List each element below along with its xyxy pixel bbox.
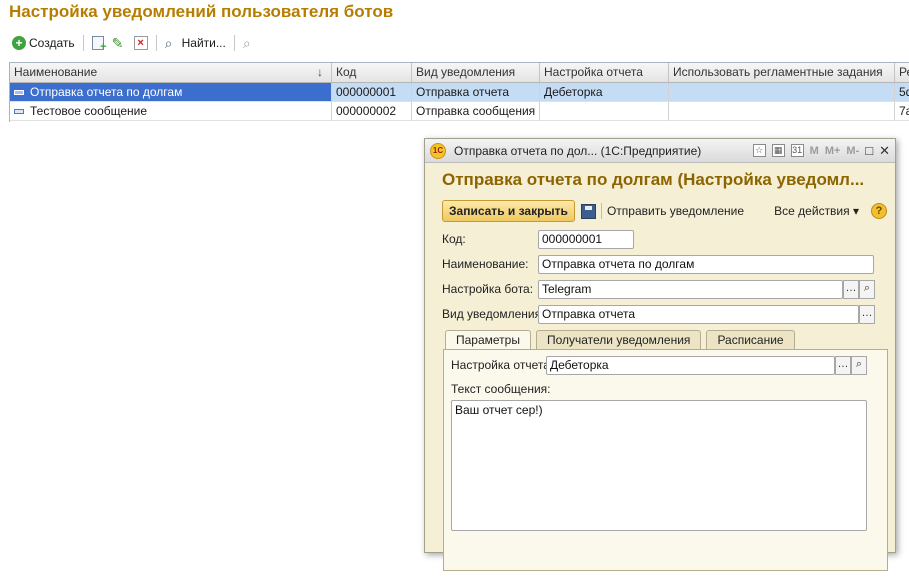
report-open-icon[interactable]: ⌕ <box>851 356 867 375</box>
toolbar-separator <box>155 35 157 51</box>
create-label: Создать <box>29 36 75 50</box>
item-icon <box>14 109 24 115</box>
find-label: Найти... <box>181 36 226 50</box>
edit-button[interactable]: ✎ <box>109 33 129 53</box>
name-field[interactable]: Отправка отчета по долгам <box>538 255 874 274</box>
table-header: Наименование ↓ Код Вид уведомления Настро… <box>10 63 909 83</box>
cell-type: Отправка сообщения <box>412 102 540 121</box>
plus-icon: + <box>12 36 26 50</box>
all-actions-menu[interactable]: Все действия ▾ <box>774 204 859 218</box>
memory-button[interactable]: M <box>810 145 819 157</box>
list-toolbar: + Создать ✎ × ⌕ Найти... ⌕ <box>9 33 260 53</box>
table-row[interactable]: Отправка отчета по долгам 000000001 Отпр… <box>10 83 909 102</box>
create-button[interactable]: + Создать <box>9 33 78 53</box>
copy-icon <box>91 36 107 53</box>
cell-name: Отправка отчета по долгам <box>10 83 332 102</box>
cell-scheduled <box>669 102 895 121</box>
type-select-button[interactable]: … <box>859 305 875 324</box>
pencil-icon: ✎ <box>111 35 124 51</box>
form-toolbar: Записать и закрыть Отправить уведомление… <box>442 200 887 222</box>
cell-extra: 7a <box>895 102 909 121</box>
table-row[interactable]: Тестовое сообщение 000000002 Отправка со… <box>10 102 909 121</box>
tab-schedule[interactable]: Расписание <box>706 330 795 349</box>
toolbar-separator <box>600 203 602 219</box>
find-button[interactable]: ⌕ Найти... <box>162 33 229 53</box>
tab-parameters[interactable]: Параметры <box>445 330 531 351</box>
code-label: Код: <box>442 232 466 246</box>
save-icon[interactable] <box>580 203 596 219</box>
item-icon <box>14 90 24 96</box>
help-icon[interactable]: ? <box>871 203 887 219</box>
type-field[interactable]: Отправка отчета <box>538 305 859 324</box>
calculator-icon[interactable]: ▦ <box>771 144 785 157</box>
toolbar-separator <box>233 35 235 51</box>
column-header-type[interactable]: Вид уведомления <box>412 63 540 82</box>
copy-button[interactable] <box>89 33 107 53</box>
column-header-code[interactable]: Код <box>332 63 412 82</box>
cell-report <box>540 102 669 121</box>
delete-icon: × <box>133 36 148 50</box>
toolbar-separator <box>82 35 84 51</box>
cell-code: 000000001 <box>332 83 412 102</box>
sort-arrow-icon: ↓ <box>317 65 323 79</box>
column-header-scheduled[interactable]: Использовать регламентные задания <box>669 63 895 82</box>
close-icon[interactable]: ✕ <box>879 143 890 159</box>
name-label: Наименование: <box>442 257 529 271</box>
cell-scheduled <box>669 83 895 102</box>
form-title: Отправка отчета по долгам (Настройка уве… <box>442 170 865 189</box>
item-window: 1С Отправка отчета по дол... (1С:Предпри… <box>424 138 896 571</box>
page-title: Настройка уведомлений пользователя ботов <box>9 2 394 21</box>
bot-open-icon[interactable]: ⌕ <box>859 280 875 299</box>
cancel-search-icon: ⌕ <box>242 35 251 51</box>
report-setting-field[interactable]: Дебеторка <box>546 356 835 375</box>
report-select-button[interactable]: … <box>835 356 851 375</box>
save-and-close-button[interactable]: Записать и закрыть <box>442 200 575 222</box>
column-header-extra[interactable]: Ре <box>895 63 909 82</box>
cancel-search-button[interactable]: ⌕ <box>240 33 260 53</box>
tab-bar: Параметры Получатели уведомления Расписа… <box>445 330 795 351</box>
send-notification-button[interactable]: Отправить уведомление <box>607 204 744 218</box>
parameters-panel: Настройка отчета: Дебеторка … ⌕ Текст со… <box>443 349 888 571</box>
tab-recipients[interactable]: Получатели уведомления <box>535 330 702 349</box>
cell-name: Тестовое сообщение <box>10 102 332 121</box>
memory-minus-button[interactable]: M- <box>846 145 859 157</box>
type-label: Вид уведомления: <box>442 307 545 321</box>
report-setting-label: Настройка отчета: <box>451 358 554 372</box>
bot-label: Настройка бота: <box>442 282 534 296</box>
window-body: Отправка отчета по долгам (Настройка уве… <box>425 164 895 571</box>
window-titlebar[interactable]: 1С Отправка отчета по дол... (1С:Предпри… <box>425 139 895 163</box>
column-header-report[interactable]: Настройка отчета <box>540 63 669 82</box>
app-logo-icon: 1С <box>430 142 446 159</box>
column-header-name[interactable]: Наименование ↓ <box>10 63 332 82</box>
memory-plus-button[interactable]: M+ <box>825 145 841 157</box>
window-title: Отправка отчета по дол... (1С:Предприяти… <box>454 143 702 158</box>
favorites-icon[interactable]: ☆ <box>752 144 766 157</box>
maximize-icon[interactable]: □ <box>865 143 873 158</box>
message-text-label: Текст сообщения: <box>451 382 551 396</box>
cell-extra: 5d <box>895 83 909 102</box>
bot-field[interactable]: Telegram <box>538 280 843 299</box>
delete-button[interactable]: × <box>131 33 151 53</box>
list-table: Наименование ↓ Код Вид уведомления Настро… <box>9 62 909 122</box>
cell-code: 000000002 <box>332 102 412 121</box>
cell-type: Отправка отчета <box>412 83 540 102</box>
calendar-icon[interactable]: 31 <box>790 144 804 157</box>
magnifier-icon: ⌕ <box>164 35 173 51</box>
message-textarea[interactable]: Ваш отчет сер!) <box>451 400 867 531</box>
cell-report: Дебеторка <box>540 83 669 102</box>
bot-select-button[interactable]: … <box>843 280 859 299</box>
titlebar-buttons: ☆ ▦ 31 M M+ M- □ ✕ <box>752 143 890 159</box>
code-field[interactable]: 000000001 <box>538 230 634 249</box>
